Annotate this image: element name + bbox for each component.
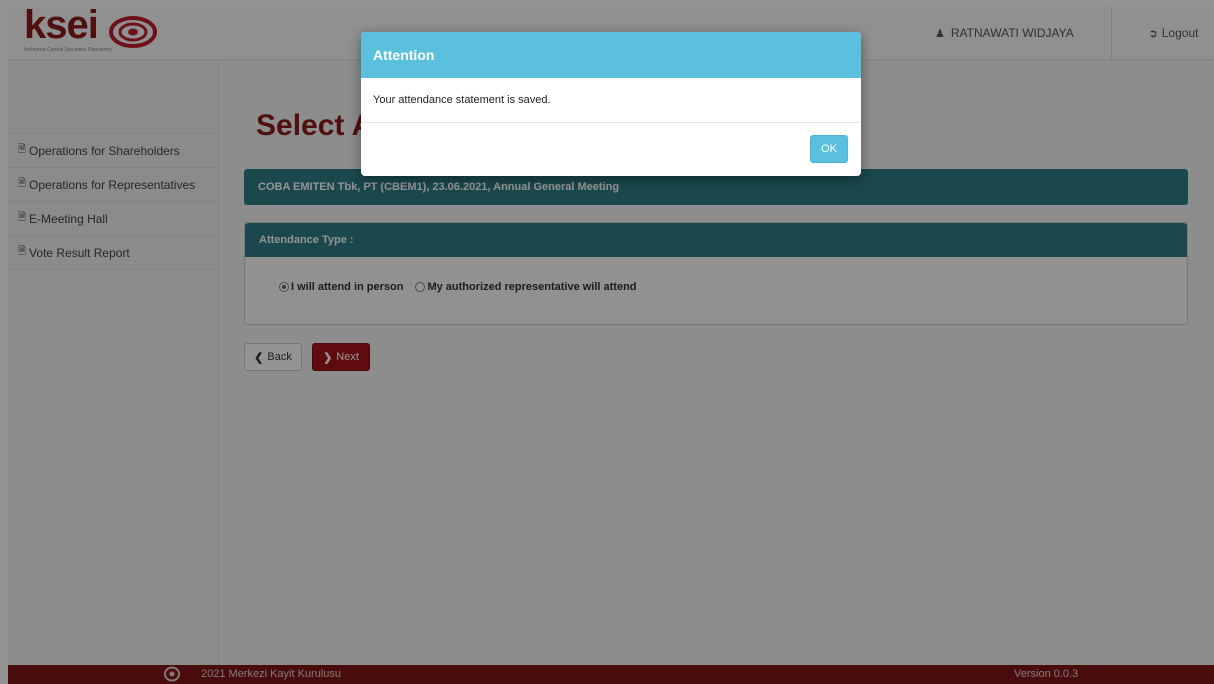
dialog-title: Attention bbox=[373, 47, 435, 63]
ok-button[interactable]: OK bbox=[810, 135, 848, 163]
dialog-message: Your attendance statement is saved. bbox=[373, 94, 551, 106]
ok-label: OK bbox=[821, 143, 837, 155]
dialog-body: Your attendance statement is saved. bbox=[361, 78, 861, 123]
attention-dialog: Attention Your attendance statement is s… bbox=[361, 32, 861, 176]
dialog-header: Attention bbox=[361, 32, 861, 78]
